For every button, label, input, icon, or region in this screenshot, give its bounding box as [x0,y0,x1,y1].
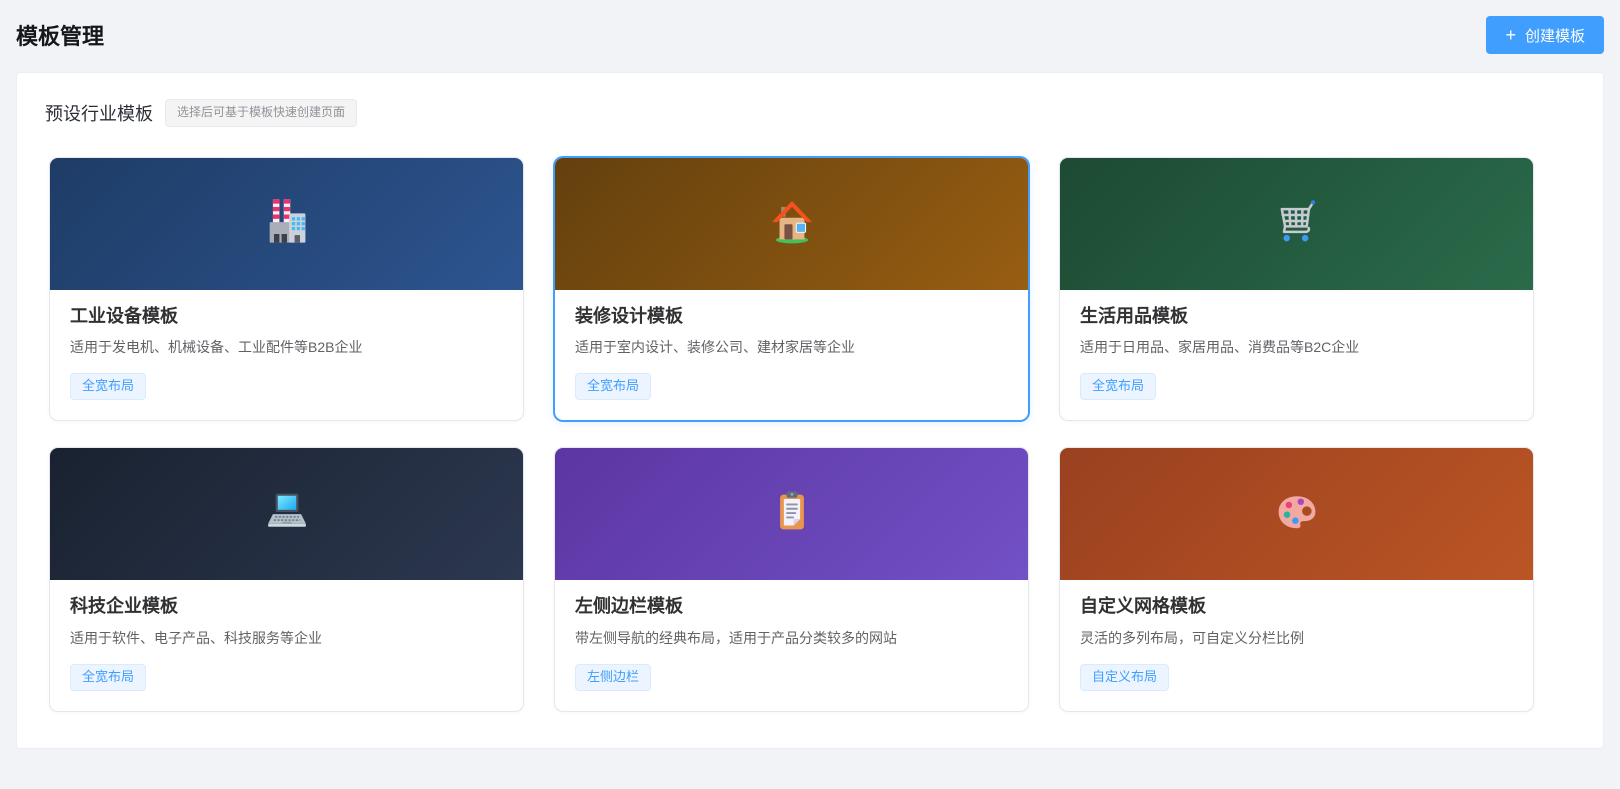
template-card-tech[interactable]: 科技企业模板 适用于软件、电子产品、科技服务等企业 全宽布局 [49,447,524,712]
create-template-button-label: 创建模板 [1525,25,1585,46]
page-title: 模板管理 [16,19,104,51]
shopping-cart-icon [1271,195,1323,252]
template-card-custom-grid[interactable]: 自定义网格模板 灵活的多列布局，可自定义分栏比例 自定义布局 [1059,447,1534,712]
template-description: 适用于室内设计、装修公司、建材家居等企业 [575,337,1008,357]
template-grid: 工业设备模板 适用于发电机、机械设备、工业配件等B2B企业 全宽布局 装修设计模… [17,129,1603,748]
clipboard-icon [766,486,818,543]
template-title: 自定义网格模板 [1080,595,1513,618]
template-title: 工业设备模板 [70,305,503,328]
template-banner [1060,158,1533,290]
template-card-body: 自定义网格模板 灵活的多列布局，可自定义分栏比例 自定义布局 [1060,580,1533,711]
template-card-body: 左侧边栏模板 带左侧导航的经典布局，适用于产品分类较多的网站 左侧边栏 [555,580,1028,711]
template-description: 带左侧导航的经典布局，适用于产品分类较多的网站 [575,628,1008,648]
template-card-body: 生活用品模板 适用于日用品、家居用品、消费品等B2C企业 全宽布局 [1060,290,1533,421]
template-layout-tag: 全宽布局 [575,373,651,400]
house-icon [766,195,818,252]
template-card-daily-goods[interactable]: 生活用品模板 适用于日用品、家居用品、消费品等B2C企业 全宽布局 [1059,157,1534,422]
template-card-body: 装修设计模板 适用于室内设计、装修公司、建材家居等企业 全宽布局 [555,290,1028,421]
template-description: 灵活的多列布局，可自定义分栏比例 [1080,628,1513,648]
template-banner [555,448,1028,580]
template-title: 生活用品模板 [1080,305,1513,328]
template-description: 适用于发电机、机械设备、工业配件等B2B企业 [70,337,503,357]
template-title: 装修设计模板 [575,305,1008,328]
template-layout-tag: 全宽布局 [70,373,146,400]
preset-templates-panel: 预设行业模板 选择后可基于模板快速创建页面 工业设备模板 适用于发电机、机械设备… [16,72,1604,749]
template-layout-tag: 左侧边栏 [575,664,651,691]
plus-icon: + [1505,26,1516,44]
template-title: 科技企业模板 [70,595,503,618]
template-card-body: 工业设备模板 适用于发电机、机械设备、工业配件等B2B企业 全宽布局 [50,290,523,421]
panel-header: 预设行业模板 选择后可基于模板快速创建页面 [17,73,1603,129]
page-header: 模板管理 + 创建模板 [16,16,1604,54]
template-management-page: 模板管理 + 创建模板 预设行业模板 选择后可基于模板快速创建页面 工业设 [0,0,1620,749]
template-layout-tag: 全宽布局 [70,664,146,691]
template-description: 适用于日用品、家居用品、消费品等B2C企业 [1080,337,1513,357]
template-card-body: 科技企业模板 适用于软件、电子产品、科技服务等企业 全宽布局 [50,580,523,711]
template-layout-tag: 全宽布局 [1080,373,1156,400]
template-banner [50,158,523,290]
template-banner [50,448,523,580]
laptop-icon [261,486,313,543]
create-template-button[interactable]: + 创建模板 [1486,16,1604,54]
template-banner [1060,448,1533,580]
panel-title: 预设行业模板 [45,100,153,126]
template-layout-tag: 自定义布局 [1080,664,1169,691]
panel-hint-badge: 选择后可基于模板快速创建页面 [165,99,357,127]
template-description: 适用于软件、电子产品、科技服务等企业 [70,628,503,648]
template-banner [555,158,1028,290]
template-card-left-sidebar[interactable]: 左侧边栏模板 带左侧导航的经典布局，适用于产品分类较多的网站 左侧边栏 [554,447,1029,712]
template-card-industrial[interactable]: 工业设备模板 适用于发电机、机械设备、工业配件等B2B企业 全宽布局 [49,157,524,422]
template-title: 左侧边栏模板 [575,595,1008,618]
factory-icon [261,195,313,252]
template-card-decoration[interactable]: 装修设计模板 适用于室内设计、装修公司、建材家居等企业 全宽布局 [554,157,1029,422]
palette-icon [1271,486,1323,543]
